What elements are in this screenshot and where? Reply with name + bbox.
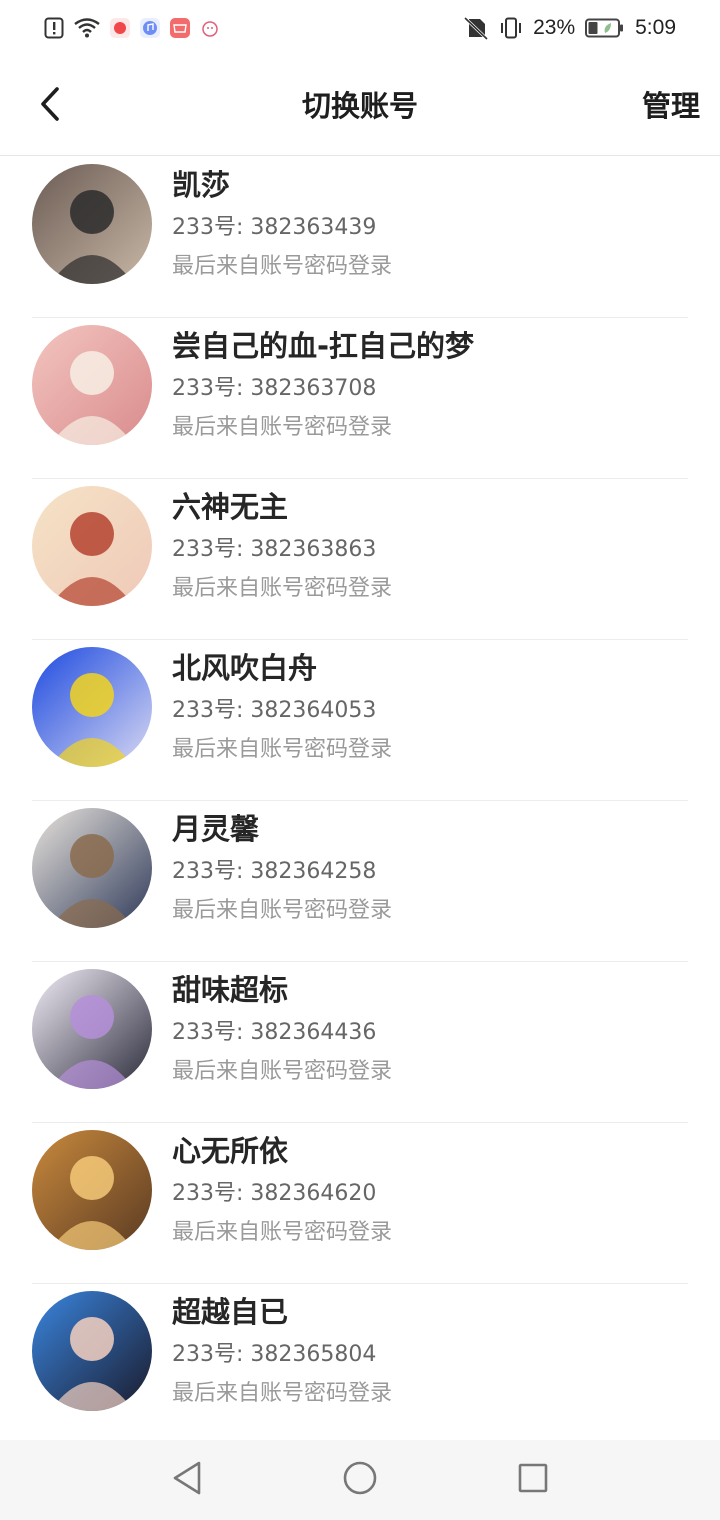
account-name: 超越自已 bbox=[172, 1295, 289, 1329]
account-list-item[interactable]: 北风吹白舟 233号: 382364053 最后来自账号密码登录 bbox=[32, 640, 688, 801]
account-name: 凯莎 bbox=[172, 168, 231, 202]
avatar bbox=[32, 808, 152, 928]
account-list-item[interactable]: 尝自己的血-扛自己的梦 233号: 382363708 最后来自账号密码登录 bbox=[32, 318, 688, 479]
alarm-app-icon bbox=[200, 18, 220, 38]
account-id: 233号: 382364620 bbox=[172, 1181, 377, 1206]
wifi-icon bbox=[74, 18, 100, 38]
account-name: 甜味超标 bbox=[172, 973, 289, 1007]
account-id: 233号: 382363863 bbox=[172, 537, 377, 562]
nav-back-button[interactable] bbox=[163, 1456, 211, 1504]
nav-recents-button[interactable] bbox=[509, 1456, 557, 1504]
page-title: 切换账号 bbox=[301, 89, 418, 123]
battery-icon bbox=[585, 18, 625, 38]
account-name: 北风吹白舟 bbox=[172, 651, 318, 685]
account-id: 233号: 382363708 bbox=[172, 376, 377, 401]
account-name: 尝自己的血-扛自己的梦 bbox=[172, 329, 475, 363]
account-id: 233号: 382364053 bbox=[172, 698, 377, 723]
account-list-item[interactable]: 凯莎 233号: 382363439 最后来自账号密码登录 bbox=[32, 157, 688, 318]
avatar bbox=[32, 164, 152, 284]
account-id: 233号: 382364258 bbox=[172, 859, 377, 884]
store-app-icon bbox=[170, 18, 190, 38]
manage-button[interactable]: 管理 bbox=[642, 84, 700, 128]
alert-icon bbox=[44, 17, 64, 39]
last-login-method: 最后来自账号密码登录 bbox=[172, 576, 393, 601]
app-header: 切换账号 管理 bbox=[0, 56, 720, 156]
last-login-method: 最后来自账号密码登录 bbox=[172, 415, 393, 440]
battery-percent: 23% bbox=[533, 16, 576, 39]
last-login-method: 最后来自账号密码登录 bbox=[172, 898, 393, 923]
vibrate-icon bbox=[499, 17, 523, 39]
avatar bbox=[32, 647, 152, 767]
account-list-item[interactable]: 心无所依 233号: 382364620 最后来自账号密码登录 bbox=[32, 1123, 688, 1284]
avatar bbox=[32, 486, 152, 606]
avatar bbox=[32, 325, 152, 445]
account-name: 心无所依 bbox=[172, 1134, 289, 1168]
system-nav-bar bbox=[0, 1440, 720, 1520]
nav-home-button[interactable] bbox=[336, 1456, 384, 1504]
music-app-icon bbox=[140, 18, 160, 38]
last-login-method: 最后来自账号密码登录 bbox=[172, 1220, 393, 1245]
account-list-item[interactable]: 六神无主 233号: 382363863 最后来自账号密码登录 bbox=[32, 479, 688, 640]
avatar bbox=[32, 1130, 152, 1250]
clock: 5:09 bbox=[635, 16, 676, 39]
last-login-method: 最后来自账号密码登录 bbox=[172, 254, 393, 279]
account-id: 233号: 382363439 bbox=[172, 215, 377, 240]
square-recents-icon bbox=[517, 1462, 549, 1498]
account-list-item[interactable]: 甜味超标 233号: 382364436 最后来自账号密码登录 bbox=[32, 962, 688, 1123]
account-name: 六神无主 bbox=[172, 490, 289, 524]
last-login-method: 最后来自账号密码登录 bbox=[172, 737, 393, 762]
account-name: 月灵馨 bbox=[172, 812, 260, 846]
account-id: 233号: 382365804 bbox=[172, 1342, 377, 1367]
last-login-method: 最后来自账号密码登录 bbox=[172, 1381, 393, 1406]
status-bar: 23% 5:09 bbox=[0, 0, 720, 56]
status-left bbox=[44, 17, 220, 39]
account-list-item[interactable]: 超越自已 233号: 382365804 最后来自账号密码登录 bbox=[32, 1284, 688, 1445]
account-list: 凯莎 233号: 382363439 最后来自账号密码登录 尝自己的血-扛自己的梦 23… bbox=[0, 157, 720, 1445]
triangle-back-icon bbox=[171, 1460, 203, 1500]
avatar bbox=[32, 969, 152, 1089]
circle-home-icon bbox=[342, 1460, 378, 1500]
avatar bbox=[32, 1291, 152, 1411]
no-sim-icon bbox=[463, 16, 489, 40]
app-badge-red-icon bbox=[110, 18, 130, 38]
account-list-item[interactable]: 月灵馨 233号: 382364258 最后来自账号密码登录 bbox=[32, 801, 688, 962]
last-login-method: 最后来自账号密码登录 bbox=[172, 1059, 393, 1084]
account-id: 233号: 382364436 bbox=[172, 1020, 377, 1045]
status-right: 23% 5:09 bbox=[463, 16, 676, 40]
